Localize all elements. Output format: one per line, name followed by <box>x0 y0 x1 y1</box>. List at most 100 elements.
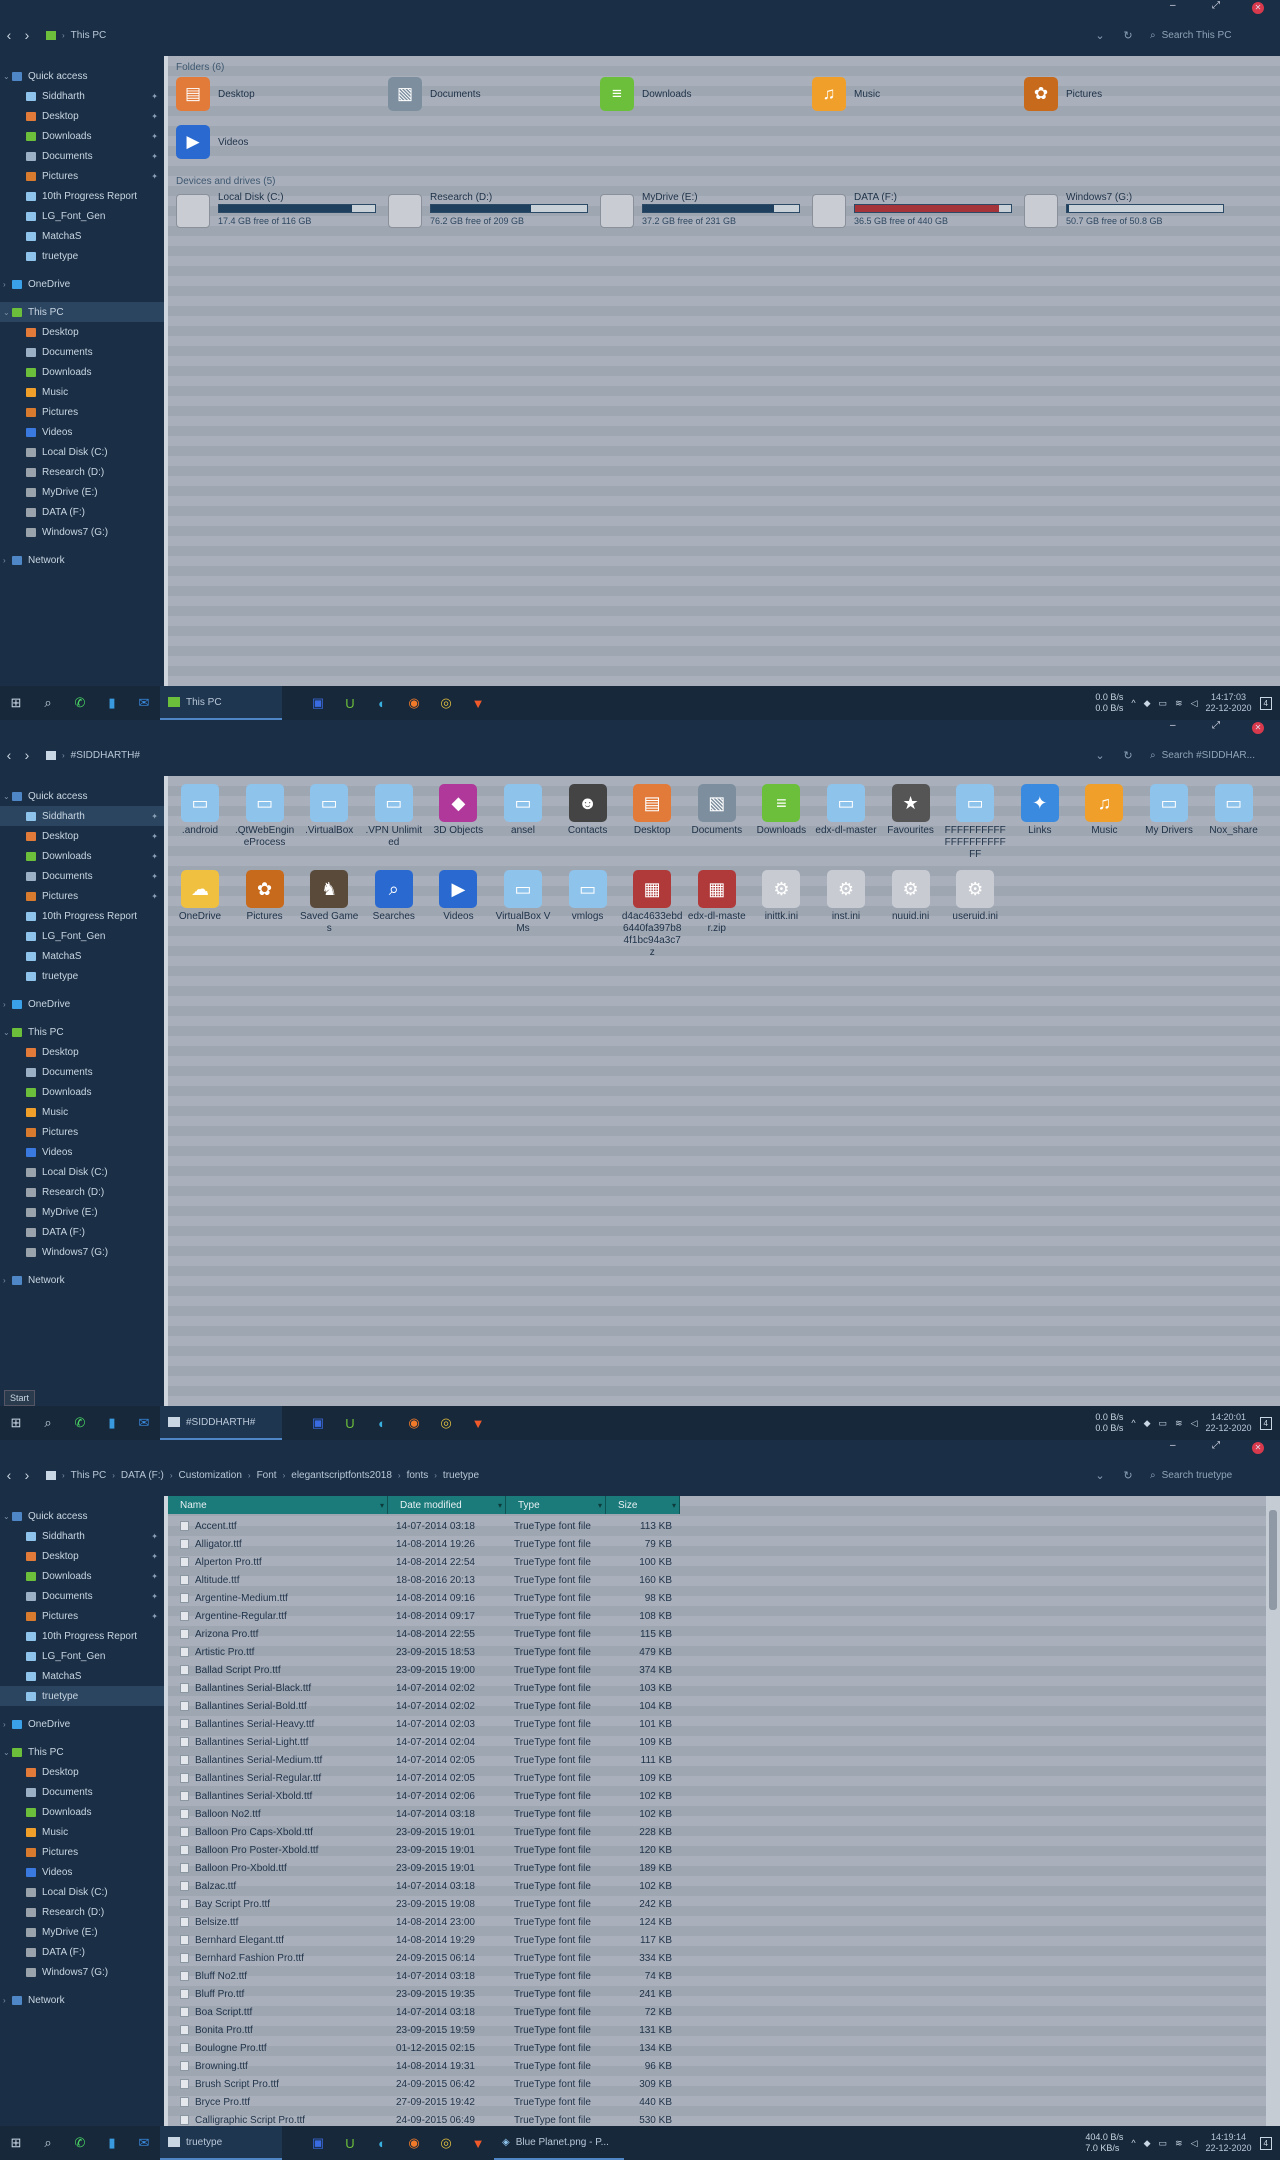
upwork-icon[interactable]: U <box>334 2126 366 2160</box>
refresh-icon[interactable]: ↻ <box>1114 29 1142 42</box>
whatsapp-icon[interactable]: ✆ <box>64 1406 96 1440</box>
breadcrumb[interactable]: › This PC <box>46 30 1086 41</box>
expand-chevron-icon[interactable]: › <box>3 1720 6 1729</box>
shield-icon[interactable]: ◆ <box>1144 2138 1151 2149</box>
column-dropdown-icon[interactable]: ▾ <box>672 1501 676 1510</box>
table-row[interactable]: Balloon Pro-Xbold.ttf 23-09-2015 19:01 Tru… <box>168 1859 680 1877</box>
expand-chevron-icon[interactable]: ⌄ <box>3 1028 10 1037</box>
address-dropdown-icon[interactable]: ⌄ <box>1086 29 1114 42</box>
column-dropdown-icon[interactable]: ▾ <box>380 1501 384 1510</box>
sidebar-item[interactable]: Siddharth ✦ <box>0 1526 164 1546</box>
column-header[interactable]: Name ▾ <box>168 1496 388 1514</box>
sidebar-item[interactable]: Music <box>0 1102 164 1122</box>
sidebar-item[interactable]: Research (D:) <box>0 1902 164 1922</box>
file-item[interactable]: ▭ .VirtualBox <box>299 784 359 837</box>
drives-section-header[interactable]: Devices and drives (5) <box>176 176 275 187</box>
sidebar-item[interactable]: Desktop <box>0 1042 164 1062</box>
sidebar-item[interactable]: Pictures <box>0 1842 164 1862</box>
pin-icon[interactable]: ✦ <box>151 1532 158 1541</box>
drive-tile[interactable]: Research (D:) 76.2 GB free of 209 GB <box>388 190 588 234</box>
notification-icon[interactable]: 4 <box>1259 2136 1272 2150</box>
file-item[interactable]: ▭ My Drivers <box>1139 784 1199 837</box>
column-header[interactable]: Size ▾ <box>606 1496 680 1514</box>
pin-icon[interactable]: ✦ <box>151 852 158 861</box>
upwork-icon[interactable]: U <box>334 1406 366 1440</box>
pin-icon[interactable]: ✦ <box>151 1572 158 1581</box>
pane-divider[interactable] <box>164 776 168 1406</box>
drive-tile[interactable]: Windows7 (G:) 50.7 GB free of 50.8 GB <box>1024 190 1224 234</box>
file-item[interactable]: ☁ OneDrive <box>170 870 230 923</box>
sidebar-item[interactable]: Windows7 (G:) <box>0 1962 164 1982</box>
taskbar-active-app[interactable]: #SIDDHARTH# <box>160 1406 282 1440</box>
sidebar-item[interactable]: Pictures ✦ <box>0 886 164 906</box>
address-dropdown-icon[interactable]: ⌄ <box>1086 1469 1114 1482</box>
windows-start-icon[interactable]: ⊞ <box>0 686 32 720</box>
pin-icon[interactable]: ✦ <box>151 832 158 841</box>
table-row[interactable]: Ballantines Serial-Bold.ttf 14-07-2014 02… <box>168 1697 680 1715</box>
table-row[interactable]: Balloon Pro Poster-Xbold.ttf 23-09-2015 1… <box>168 1841 680 1859</box>
address-dropdown-icon[interactable]: ⌄ <box>1086 749 1114 762</box>
brave-icon[interactable]: ▼ <box>462 2126 494 2160</box>
sidebar-item[interactable]: truetype <box>0 246 164 266</box>
back-button[interactable]: ‹ <box>0 747 18 763</box>
sidebar-item[interactable]: DATA (F:) <box>0 1222 164 1242</box>
breadcrumb[interactable]: › #SIDDHARTH# <box>46 750 1086 761</box>
notification-icon[interactable]: 4 <box>1259 1416 1272 1430</box>
breadcrumb-item[interactable]: DATA (F:) <box>121 1470 164 1481</box>
clock[interactable]: 14:20:01 22-12-2020 <box>1206 1412 1252 1434</box>
windows-start-icon[interactable]: ⊞ <box>0 1406 32 1440</box>
expand-chevron-icon[interactable]: ⌄ <box>3 792 10 801</box>
sidebar-item[interactable]: Downloads ✦ <box>0 846 164 866</box>
sidebar-item[interactable]: ⌄ Quick access <box>0 786 164 806</box>
sidebar-item[interactable]: LG_Font_Gen <box>0 206 164 226</box>
sidebar-item[interactable]: Documents ✦ <box>0 146 164 166</box>
battery-icon[interactable]: ▭ <box>1159 698 1168 709</box>
table-row[interactable]: Arizona Pro.ttf 14-08-2014 22:55 TrueType … <box>168 1625 680 1643</box>
mail-icon[interactable]: ✉ <box>128 2126 160 2160</box>
breadcrumb-item[interactable]: Customization <box>179 1470 242 1481</box>
back-button[interactable]: ‹ <box>0 27 18 43</box>
sidebar-item[interactable]: Documents <box>0 1062 164 1082</box>
battery-icon[interactable]: ▭ <box>1159 1418 1168 1429</box>
close-button[interactable]: ✕ <box>1252 1442 1264 1454</box>
brave-icon[interactable]: ▼ <box>462 686 494 720</box>
shield-icon[interactable]: ◆ <box>1144 1418 1151 1429</box>
sidebar-item[interactable]: Desktop ✦ <box>0 106 164 126</box>
table-row[interactable]: Ballantines Serial-Xbold.ttf 14-07-2014 0… <box>168 1787 680 1805</box>
file-item[interactable]: ✦ Links <box>1010 784 1070 837</box>
table-row[interactable]: Browning.ttf 14-08-2014 19:31 TrueType fon… <box>168 2057 680 2075</box>
sidebar-item[interactable]: Videos <box>0 422 164 442</box>
whatsapp-icon[interactable]: ✆ <box>64 686 96 720</box>
whatsapp-icon[interactable]: ✆ <box>64 2126 96 2160</box>
file-item[interactable]: ▭ .QtWebEngineProcess <box>235 784 295 849</box>
sidebar-item[interactable]: › Network <box>0 1270 164 1290</box>
expand-chevron-icon[interactable]: › <box>3 556 6 565</box>
mail-icon[interactable]: ✉ <box>128 686 160 720</box>
brave-icon[interactable]: ▼ <box>462 1406 494 1440</box>
column-dropdown-icon[interactable]: ▾ <box>598 1501 602 1510</box>
phone-icon[interactable]: ▮ <box>96 2126 128 2160</box>
table-row[interactable]: Ballantines Serial-Light.ttf 14-07-2014 0… <box>168 1733 680 1751</box>
file-item[interactable]: ▶ Videos <box>428 870 488 923</box>
file-item[interactable]: ♫ Music <box>1074 784 1134 837</box>
table-row[interactable]: Bernhard Elegant.ttf 14-08-2014 19:29 True… <box>168 1931 680 1949</box>
sidebar-item[interactable]: Pictures ✦ <box>0 166 164 186</box>
sidebar-item[interactable]: Documents <box>0 342 164 362</box>
search-box[interactable]: ⌕ Search truetype <box>1150 1470 1270 1481</box>
maximize-button[interactable]: ⤢ <box>1212 1440 1220 1451</box>
table-row[interactable]: Alperton Pro.ttf 14-08-2014 22:54 TrueType… <box>168 1553 680 1571</box>
search-icon[interactable]: ⌕ <box>32 2126 64 2160</box>
pin-icon[interactable]: ✦ <box>151 172 158 181</box>
table-row[interactable]: Bluff No2.ttf 14-07-2014 03:18 TrueType fo… <box>168 1967 680 1985</box>
file-item[interactable]: ⌕ Searches <box>364 870 424 923</box>
table-row[interactable]: Belsize.ttf 14-08-2014 23:00 TrueType font… <box>168 1913 680 1931</box>
volume-icon[interactable]: ◁ <box>1191 1418 1198 1429</box>
expand-chevron-icon[interactable]: ⌄ <box>3 1748 10 1757</box>
sidebar-item[interactable]: › OneDrive <box>0 1714 164 1734</box>
sidebar-item[interactable]: Downloads <box>0 362 164 382</box>
sidebar-item[interactable]: truetype <box>0 966 164 986</box>
breadcrumb-item[interactable]: This PC <box>71 30 107 41</box>
expand-chevron-icon[interactable]: ⌄ <box>3 308 10 317</box>
chevron-up-icon[interactable]: ^ <box>1131 1418 1135 1428</box>
sidebar-item[interactable]: ⌄ Quick access <box>0 66 164 86</box>
